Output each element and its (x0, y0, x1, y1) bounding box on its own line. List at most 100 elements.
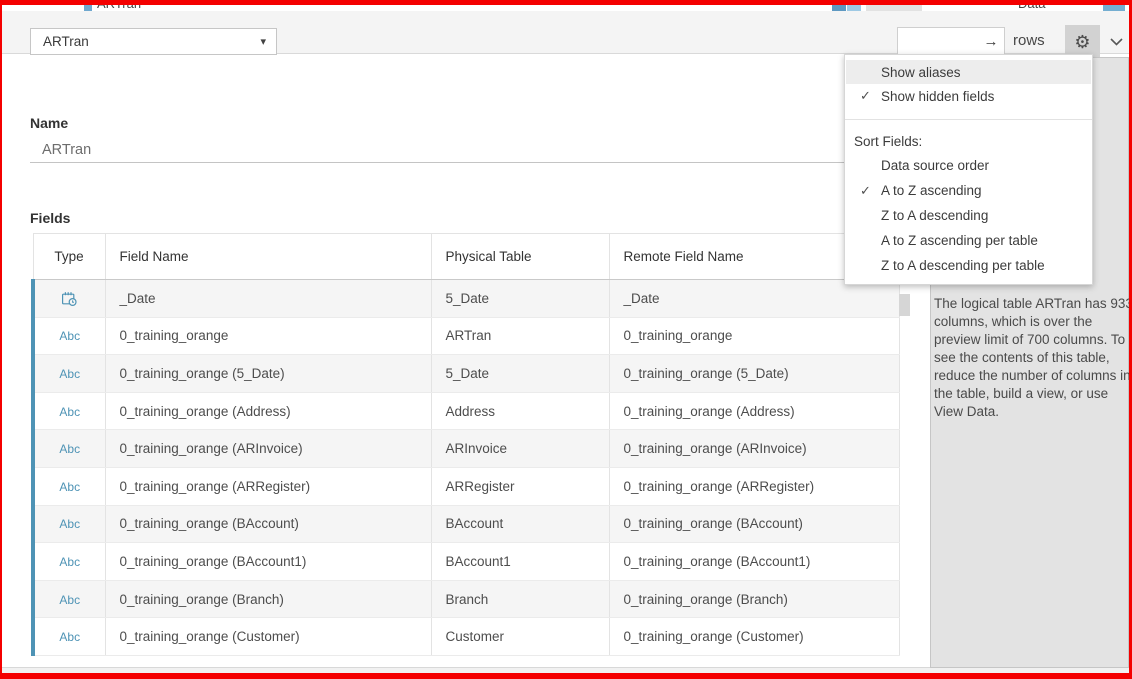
type-cell: Abc (33, 543, 105, 581)
header-field-name: Field Name (105, 234, 431, 280)
table-selector-dropdown[interactable]: ARTran ▾ (30, 28, 277, 55)
menu-item-z-to-a-descending-per-table[interactable]: Z to A descending per table (846, 253, 1091, 278)
settings-menu-sort-group: Data source order✓A to Z ascendingZ to A… (845, 153, 1092, 278)
checkmark-icon: ✓ (846, 183, 881, 199)
field-name-cell: 0_training_orange (BAccount) (105, 505, 431, 543)
name-label: Name (30, 115, 68, 131)
capture-frame-bottom (0, 673, 1132, 679)
table-row[interactable]: Abc0_training_orange (Address)Address0_t… (33, 392, 899, 430)
remote-field-name-cell: 0_training_orange (ARRegister) (609, 467, 899, 505)
string-type-icon: Abc (59, 329, 80, 343)
menu-item-label: Show aliases (881, 65, 961, 80)
header-type: Type (33, 234, 105, 280)
physical-table-cell: Customer (431, 618, 609, 656)
gear-icon: ⚙ (1074, 33, 1090, 51)
table-row[interactable]: Abc 0_training_orange (BAccount1)BAccount… (33, 543, 899, 581)
dropdown-caret-icon: ▾ (260, 35, 266, 48)
fields-label: Fields (30, 210, 70, 226)
type-cell: Abc (33, 618, 105, 656)
table-row[interactable]: Abc0_training_orangeARTran0_training_ora… (33, 317, 899, 355)
collapse-preview-button[interactable] (1103, 25, 1129, 59)
type-cell: Abc (33, 392, 105, 430)
menu-item-label: Show hidden fields (881, 89, 994, 104)
table-row[interactable]: Abc 0_training_orange (Customer)Customer0… (33, 618, 899, 656)
settings-menu-toggle-group: Show aliases✓Show hidden fields (845, 60, 1092, 108)
menu-item-data-source-order[interactable]: Data source order (846, 153, 1091, 178)
field-name-cell: 0_training_orange (Branch) (105, 580, 431, 618)
remote-field-name-cell: 0_training_orange (BAccount) (609, 505, 899, 543)
menu-item-label: A to Z ascending (881, 183, 982, 198)
string-type-icon: Abc (59, 480, 80, 494)
go-to-row-field[interactable]: → (897, 27, 1005, 56)
rows-label: rows (1013, 32, 1045, 49)
type-cell: Abc (33, 505, 105, 543)
menu-item-a-to-z-ascending-per-table[interactable]: A to Z ascending per table (846, 228, 1091, 253)
remote-field-name-cell: 0_training_orange (Address) (609, 392, 899, 430)
type-cell (33, 280, 105, 318)
checkmark-icon: ✓ (846, 88, 881, 104)
menu-item-show-aliases[interactable]: Show aliases (846, 60, 1091, 84)
fields-table-body: _Date5_Date_Date Abc 0_training_orangeARTr… (33, 280, 899, 656)
field-name-cell: 0_training_orange (ARRegister) (105, 467, 431, 505)
table-row[interactable]: Abc0_training_orange (BAccount)BAccount0… (33, 505, 899, 543)
go-to-row-arrow-icon[interactable]: → (978, 33, 1004, 50)
header-physical-table: Physical Table (431, 234, 609, 280)
name-input-underline (30, 162, 897, 163)
remote-field-name-cell: 0_training_orange (5_Date) (609, 355, 899, 393)
dialog-toolbar: ARTran ▾ → rows ⚙ (0, 11, 1132, 54)
field-name-cell: 0_training_orange (ARInvoice) (105, 430, 431, 468)
physical-table-cell: ARTran (431, 317, 609, 355)
type-cell: Abc (33, 317, 105, 355)
table-row[interactable]: _Date5_Date_Date (33, 280, 899, 318)
remote-field-name-cell: 0_training_orange (Branch) (609, 580, 899, 618)
table-row[interactable]: Abc 0_training_orange (5_Date)5_Date0_tra… (33, 355, 899, 393)
string-type-icon: Abc (59, 405, 80, 419)
field-name-cell: _Date (105, 280, 431, 318)
string-type-icon: Abc (59, 630, 80, 644)
menu-item-show-hidden-fields[interactable]: ✓Show hidden fields (846, 84, 1091, 108)
menu-item-z-to-a-descending[interactable]: Z to A descending (846, 203, 1091, 228)
menu-divider (845, 119, 1092, 120)
type-cell: Abc (33, 467, 105, 505)
settings-menu: Show aliases✓Show hidden fields Sort Fie… (844, 54, 1093, 285)
table-selector-value: ARTran (43, 34, 89, 49)
field-name-cell: 0_training_orange (105, 317, 431, 355)
menu-item-label: Z to A descending per table (881, 258, 1045, 273)
fields-table-header-row: Type Field Name Physical Table Remote Fi… (33, 234, 899, 280)
physical-table-cell: BAccount1 (431, 543, 609, 581)
physical-table-cell: ARInvoice (431, 430, 609, 468)
capture-frame-left (0, 0, 2, 679)
chevron-down-icon (1110, 38, 1123, 46)
go-to-row-input[interactable] (898, 28, 978, 55)
string-type-icon: Abc (59, 593, 80, 607)
remote-field-name-cell: 0_training_orange (ARInvoice) (609, 430, 899, 468)
remote-field-name-cell: 0_training_orange (Customer) (609, 618, 899, 656)
sort-fields-section-label: Sort Fields: (845, 129, 1092, 153)
physical-table-cell: Address (431, 392, 609, 430)
physical-table-cell: Branch (431, 580, 609, 618)
table-row[interactable]: Abc 0_training_orange (ARRegister)ARRegis… (33, 467, 899, 505)
table-row[interactable]: Abc0_training_orange (ARInvoice)ARInvoic… (33, 430, 899, 468)
physical-table-cell: 5_Date (431, 280, 609, 318)
menu-item-a-to-z-ascending[interactable]: ✓A to Z ascending (846, 178, 1091, 203)
menu-item-label: Data source order (881, 158, 989, 173)
menu-item-label: Z to A descending (881, 208, 988, 223)
menu-item-label: A to Z ascending per table (881, 233, 1038, 248)
table-row[interactable]: Abc 0_training_orange (Branch)Branch0_tra… (33, 580, 899, 618)
table-vertical-scrollbar[interactable] (899, 294, 910, 316)
table-name-input[interactable]: ARTran (42, 142, 91, 158)
datetime-type-icon (61, 291, 78, 307)
fields-table: Type Field Name Physical Table Remote Fi… (31, 233, 900, 656)
physical-table-cell: 5_Date (431, 355, 609, 393)
physical-table-cell: ARRegister (431, 467, 609, 505)
physical-table-cell: BAccount (431, 505, 609, 543)
string-type-icon: Abc (59, 367, 80, 381)
remote-field-name-cell: _Date (609, 280, 899, 318)
type-cell: Abc (33, 430, 105, 468)
field-name-cell: 0_training_orange (Customer) (105, 618, 431, 656)
capture-frame-top (0, 0, 1132, 5)
type-cell: Abc (33, 355, 105, 393)
field-name-cell: 0_training_orange (5_Date) (105, 355, 431, 393)
remote-field-name-cell: 0_training_orange (BAccount1) (609, 543, 899, 581)
type-cell: Abc (33, 580, 105, 618)
